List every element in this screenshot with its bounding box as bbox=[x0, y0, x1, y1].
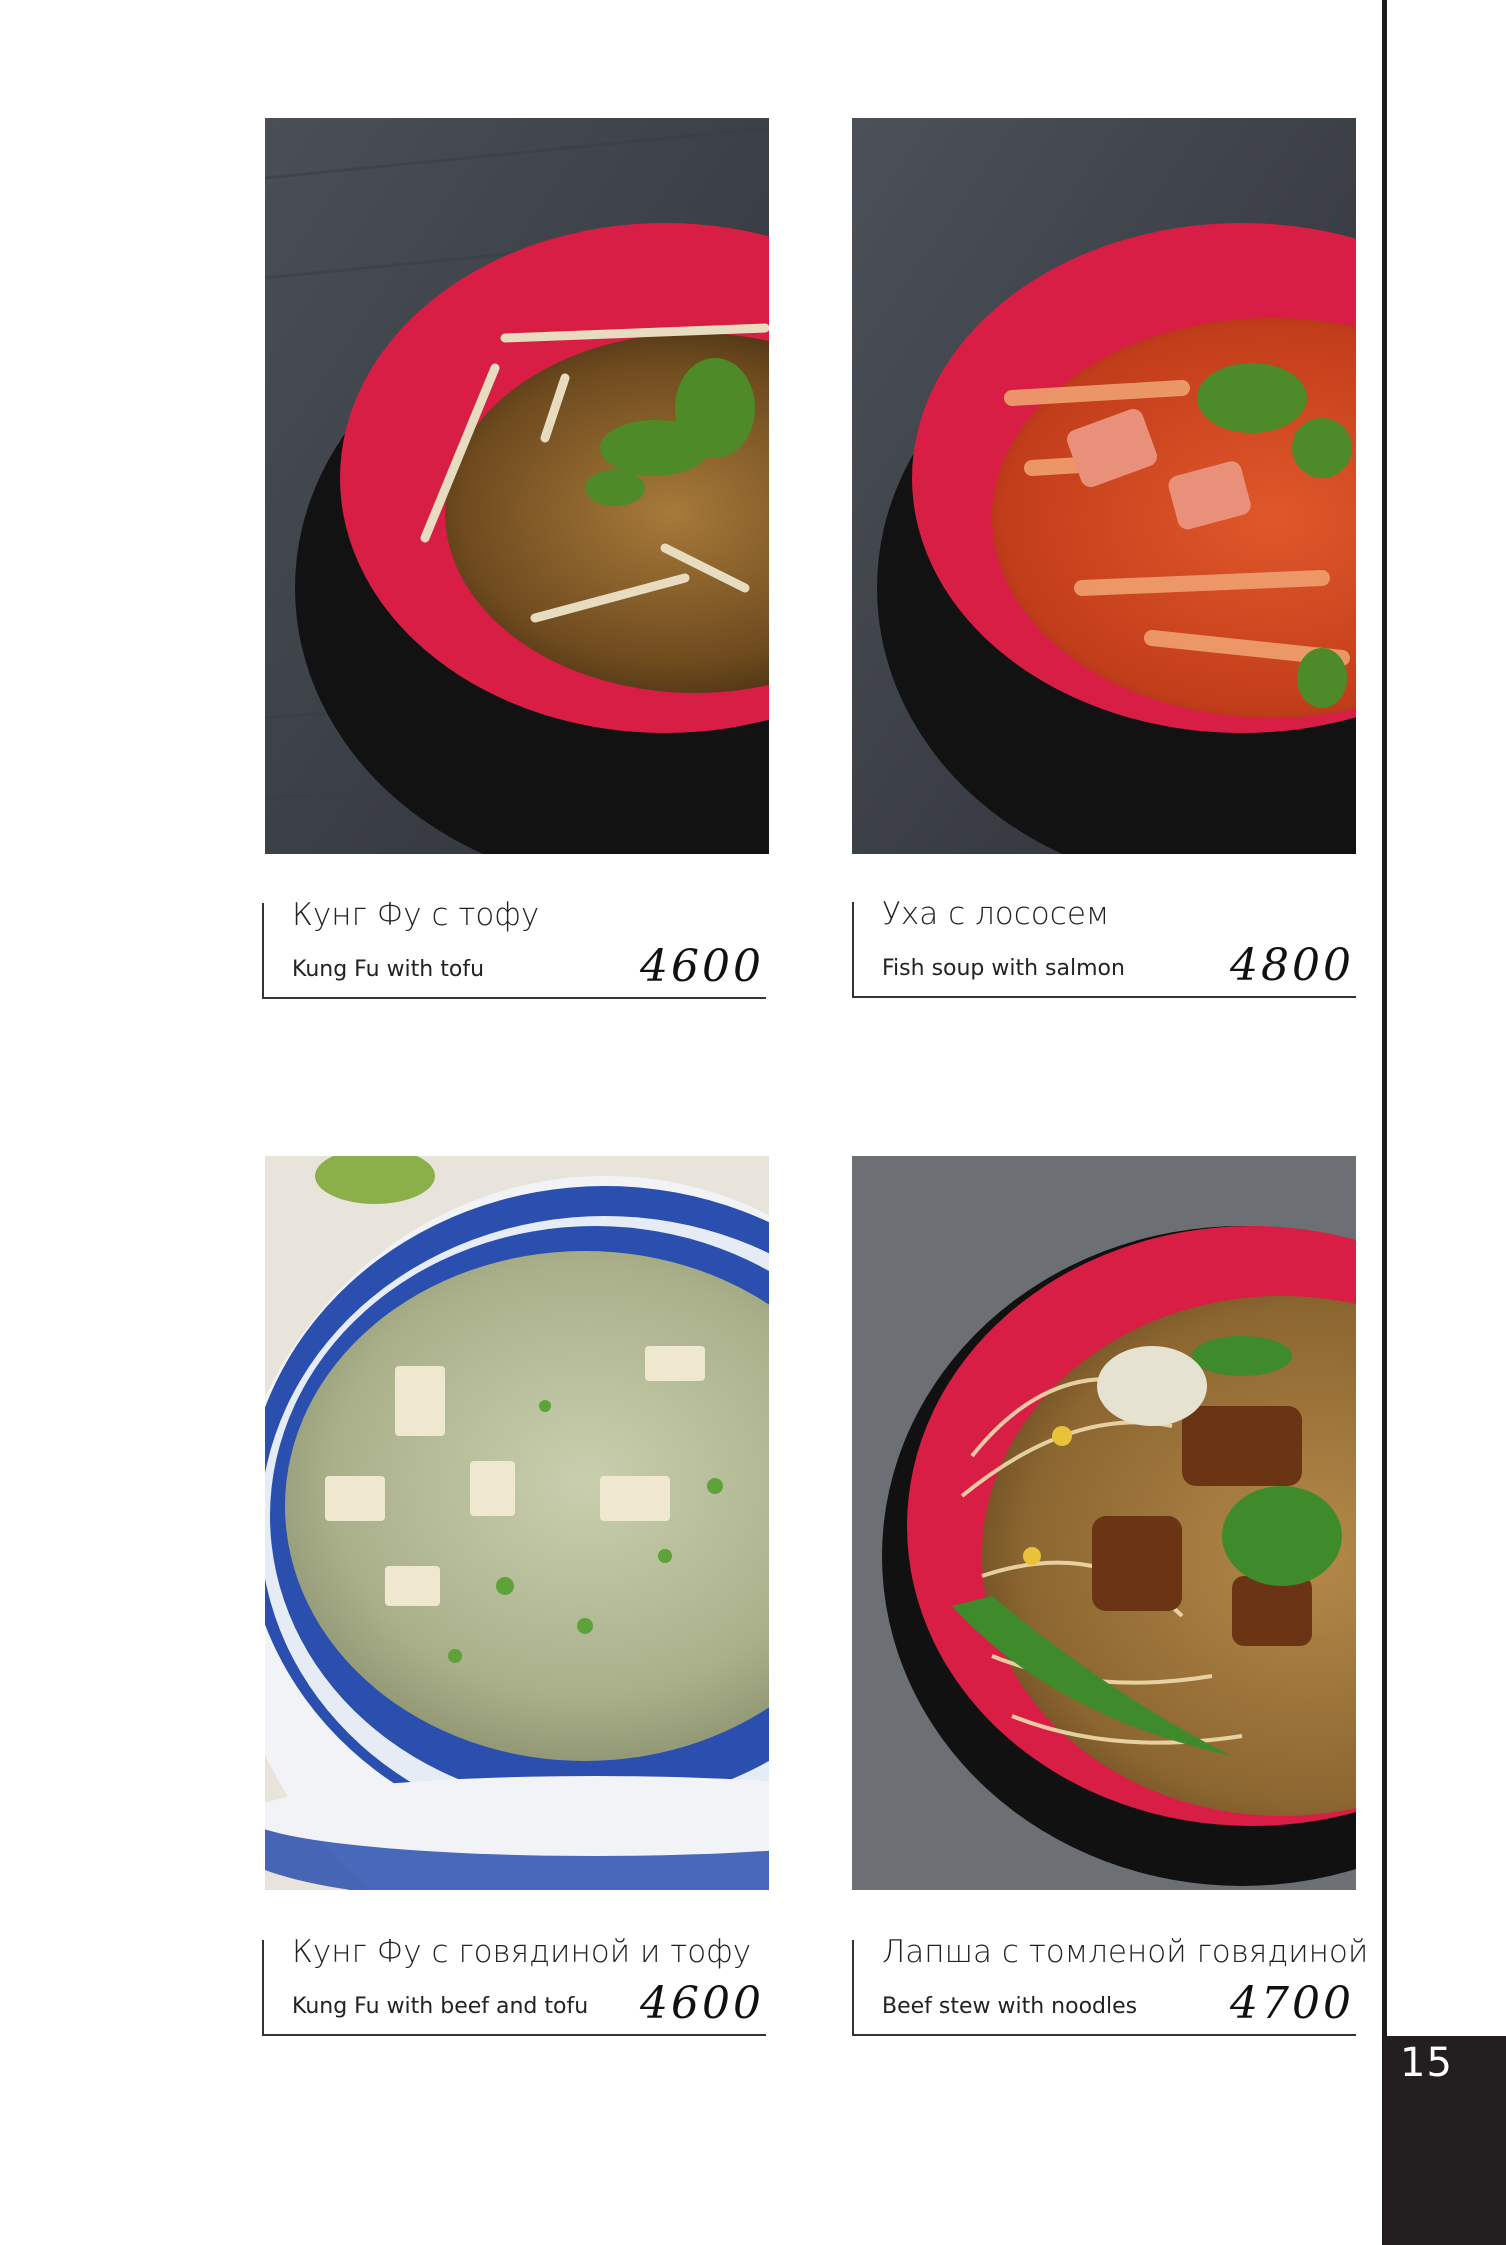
dish-price: 4600 bbox=[640, 1978, 764, 2029]
dish-price: 4800 bbox=[1230, 940, 1354, 991]
dish-name-ru: Кунг Фу с говядиной и тофу bbox=[292, 1934, 752, 1970]
soup-kung-fu-tofu-photo bbox=[265, 118, 769, 854]
page-edge-rule bbox=[1382, 0, 1387, 2245]
fish-soup-salmon-photo bbox=[852, 118, 1356, 854]
dish-name-en: Beef stew with noodles bbox=[882, 1994, 1138, 2019]
menu-item-caption: Кунг Фу с тофу Kung Fu with tofu 4600 bbox=[262, 897, 766, 999]
dish-name-ru: Уха с лососем bbox=[882, 896, 1110, 932]
soup-kung-fu-beef-tofu-photo bbox=[265, 1156, 769, 1890]
page-number: 15 bbox=[1400, 2040, 1453, 2086]
dish-price: 4600 bbox=[640, 941, 764, 992]
dish-name-en: Kung Fu with beef and tofu bbox=[292, 1994, 589, 2019]
menu-item-caption: Лапша с томленой говядиной Beef stew wit… bbox=[852, 1934, 1368, 2036]
dish-name-en: Kung Fu with tofu bbox=[292, 957, 485, 982]
dish-price: 4700 bbox=[1230, 1978, 1354, 2029]
dish-name-ru: Лапша с томленой говядиной bbox=[882, 1934, 1369, 1970]
menu-item-caption: Уха с лососем Fish soup with salmon 4800 bbox=[852, 896, 1356, 998]
dish-name-ru: Кунг Фу с тофу bbox=[292, 897, 540, 933]
beef-noodle-soup-photo bbox=[852, 1156, 1356, 1890]
dish-name-en: Fish soup with salmon bbox=[882, 956, 1125, 981]
menu-item-caption: Кунг Фу с говядиной и тофу Kung Fu with … bbox=[262, 1934, 766, 2036]
